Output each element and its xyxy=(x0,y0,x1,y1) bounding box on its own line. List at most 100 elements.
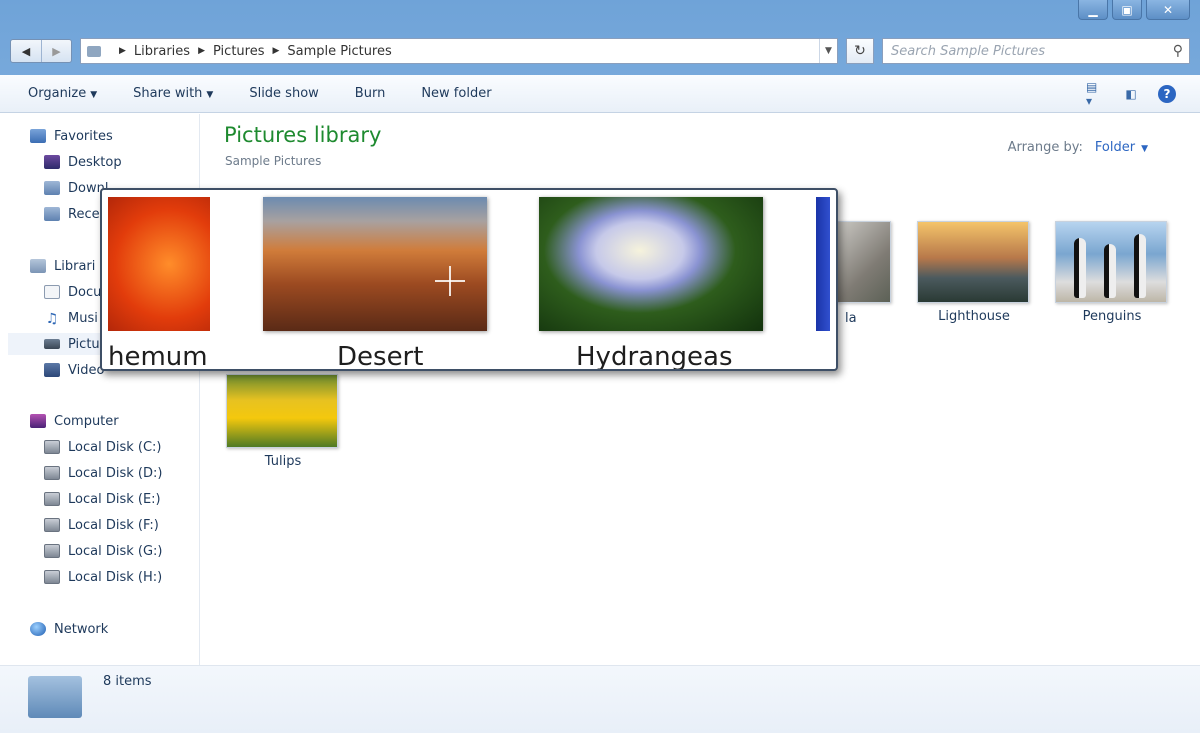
organize-label: Organize xyxy=(28,86,87,101)
breadcrumb-arrow-icon: ▶ xyxy=(272,46,280,56)
sidebar-item-recent[interactable]: Rece xyxy=(44,203,100,225)
details-pane: 8 items xyxy=(0,665,1200,733)
file-name: la xyxy=(845,311,857,326)
lighthouse-thumbnail xyxy=(917,221,1029,303)
sidebar-item-disk-d[interactable]: Local Disk (D:) xyxy=(44,462,162,484)
preview-pane-icon[interactable]: ◧ xyxy=(1122,86,1140,102)
folder-icon xyxy=(87,45,101,57)
change-view-icon[interactable]: ▤ ▾ xyxy=(1086,80,1104,108)
computer-icon xyxy=(30,414,46,428)
arrange-by: Arrange by: Folder ▼ xyxy=(1008,140,1148,155)
close-button[interactable]: ✕ xyxy=(1146,0,1190,20)
favorites-icon xyxy=(30,129,46,143)
sidebar-item-label: Local Disk (C:) xyxy=(68,439,162,455)
sidebar-item-label: Local Disk (G:) xyxy=(68,543,163,559)
sidebar-item-network[interactable]: Network xyxy=(30,618,108,640)
breadcrumb-sample-pictures[interactable]: Sample Pictures xyxy=(287,44,391,59)
penguin-shape xyxy=(1074,238,1086,298)
search-icon: ⚲ xyxy=(1172,43,1183,59)
refresh-button[interactable]: ↻ xyxy=(846,38,874,64)
new-folder-button[interactable]: New folder xyxy=(421,86,491,101)
sidebar-item-label: Favorites xyxy=(54,128,113,144)
refresh-icon: ↻ xyxy=(854,43,866,59)
sidebar-item-label: Local Disk (F:) xyxy=(68,517,159,533)
breadcrumb-pictures[interactable]: Pictures xyxy=(213,44,264,59)
arrange-by-label: Arrange by: xyxy=(1007,140,1083,155)
breadcrumb-libraries[interactable]: Libraries xyxy=(134,44,190,59)
file-tile-tulips[interactable]: Tulips xyxy=(226,374,340,469)
hydrangeas-label: Hydrangeas xyxy=(576,342,733,371)
hard-disk-icon xyxy=(44,570,60,584)
tulips-thumbnail xyxy=(226,374,338,448)
sidebar-item-documents[interactable]: Docu xyxy=(44,281,101,303)
desert-thumbnail xyxy=(263,197,487,331)
hard-disk-icon xyxy=(44,544,60,558)
close-icon: ✕ xyxy=(1162,2,1174,17)
file-tile-penguins[interactable]: Penguins xyxy=(1055,221,1169,324)
search-input[interactable]: Search Sample Pictures ⚲ xyxy=(882,38,1190,64)
hard-disk-icon xyxy=(44,492,60,506)
sidebar-item-disk-g[interactable]: Local Disk (G:) xyxy=(44,540,162,562)
videos-icon xyxy=(44,363,60,377)
sidebar-item-downloads[interactable]: Downl xyxy=(44,177,108,199)
hard-disk-icon xyxy=(44,440,60,454)
file-name: Penguins xyxy=(1082,309,1142,324)
sidebar-item-label: Video xyxy=(68,362,105,378)
help-icon[interactable]: ? xyxy=(1158,84,1176,103)
breadcrumb-arrow-icon: ▶ xyxy=(198,46,205,56)
slide-show-button[interactable]: Slide show xyxy=(249,86,318,101)
sidebar-item-disk-e[interactable]: Local Disk (E:) xyxy=(44,488,161,510)
view-controls: ▤ ▾ ◧ ? xyxy=(1086,80,1200,108)
share-with-button[interactable]: Share with ▼ xyxy=(133,86,213,101)
koala-thumbnail xyxy=(837,221,891,303)
sidebar-item-label: Musi xyxy=(68,310,98,326)
address-bar[interactable]: ▶ Libraries ▶ Pictures ▶ Sample Pictures… xyxy=(80,38,838,64)
maximize-button[interactable]: ▣ xyxy=(1112,0,1142,20)
chrysanthemum-label: hemum xyxy=(108,342,208,371)
sidebar-item-label: Desktop xyxy=(68,154,122,170)
file-tile-lighthouse[interactable]: Lighthouse xyxy=(917,221,1031,324)
forward-button[interactable]: ▶ xyxy=(41,40,71,62)
page-title: Pictures library xyxy=(224,123,382,147)
burn-button[interactable]: Burn xyxy=(355,86,386,101)
magnifier-lens[interactable]: hemum Desert Hydrangeas xyxy=(100,188,838,371)
sidebar-item-disk-c[interactable]: Local Disk (C:) xyxy=(44,436,161,458)
file-tile-koala[interactable]: la xyxy=(837,221,897,326)
sidebar-item-label: Docu xyxy=(68,284,102,300)
recent-places-icon xyxy=(44,207,60,221)
desert-label: Desert xyxy=(337,342,424,371)
hydrangeas-thumbnail xyxy=(539,197,763,331)
desktop-icon xyxy=(44,155,60,169)
search-placeholder: Search Sample Pictures xyxy=(891,43,1046,59)
chevron-down-icon: ▼ xyxy=(206,90,214,100)
explorer-window: Organize ▼ Share with ▼ Slide show Burn Ne… xyxy=(0,75,1200,733)
sidebar-item-disk-h[interactable]: Local Disk (H:) xyxy=(44,566,162,588)
sidebar-item-music[interactable]: ♫ Musi xyxy=(44,307,98,329)
sidebar-item-label: Rece xyxy=(68,206,100,222)
selection-highlight xyxy=(816,197,830,331)
sidebar-item-desktop[interactable]: Desktop xyxy=(44,151,122,173)
sidebar-item-disk-f[interactable]: Local Disk (F:) xyxy=(44,514,159,536)
sidebar-item-computer[interactable]: Computer xyxy=(30,410,119,432)
sidebar-item-label: Librari xyxy=(54,258,96,274)
penguin-shape xyxy=(1104,244,1116,298)
chrysanthemum-thumbnail xyxy=(108,197,210,331)
back-button[interactable]: ◀ xyxy=(11,40,41,62)
sidebar-item-label: Computer xyxy=(54,413,119,429)
penguin-shape xyxy=(1134,234,1146,298)
address-dropdown-icon[interactable]: ▼ xyxy=(819,39,837,63)
music-icon: ♫ xyxy=(45,311,59,327)
arrange-by-dropdown[interactable]: Folder xyxy=(1095,140,1135,155)
sidebar-item-libraries[interactable]: Librari xyxy=(30,255,95,277)
sidebar-item-favorites[interactable]: Favorites xyxy=(30,125,113,147)
item-count: 8 items xyxy=(103,674,152,689)
organize-button[interactable]: Organize ▼ xyxy=(28,86,97,101)
documents-icon xyxy=(44,285,60,299)
downloads-icon xyxy=(44,181,60,195)
sidebar-item-videos[interactable]: Video xyxy=(44,359,104,381)
breadcrumb-arrow-icon: ▶ xyxy=(119,46,126,56)
minimize-button[interactable]: ▁ xyxy=(1078,0,1108,20)
crosshair-cursor-icon xyxy=(435,266,465,296)
penguins-thumbnail xyxy=(1055,221,1167,303)
chevron-down-icon: ▼ xyxy=(90,90,98,100)
